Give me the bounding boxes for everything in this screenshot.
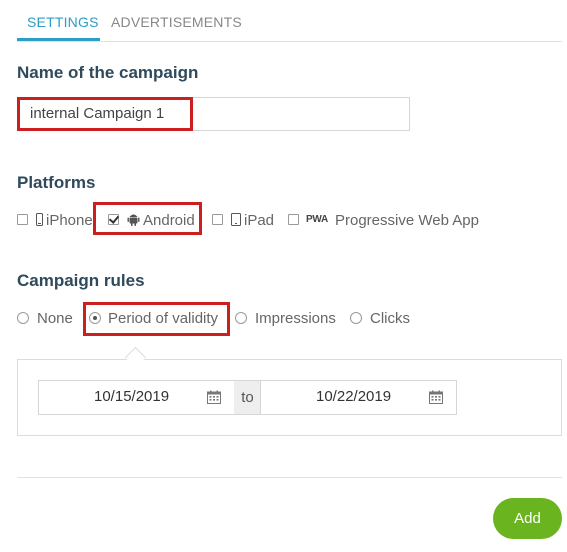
tab-advertisements[interactable]: ADVERTISEMENTS [111, 14, 242, 30]
rule-period-radio[interactable] [89, 312, 101, 324]
add-button[interactable]: Add [493, 498, 562, 539]
calendar-icon[interactable] [429, 390, 443, 404]
platforms-title: Platforms [17, 173, 96, 192]
platform-pwa-checkbox[interactable] [288, 214, 299, 225]
platform-iphone-checkbox[interactable] [17, 214, 28, 225]
rule-period-label: Period of validity [108, 310, 219, 327]
tab-divider [17, 41, 562, 42]
campaign-name-input[interactable]: internal Campaign 1 [17, 97, 410, 131]
platform-ipad-checkbox[interactable] [212, 214, 223, 225]
campaign-rules-title: Campaign rules [17, 271, 145, 290]
platform-ipad-label: iPad [244, 212, 275, 229]
pwa-icon: PWA [306, 214, 328, 225]
iphone-icon [36, 213, 43, 226]
rule-impressions-radio[interactable] [235, 312, 247, 324]
footer-divider [17, 477, 562, 478]
platform-android-checkbox[interactable] [108, 214, 119, 225]
end-date-value: 10/22/2019 [316, 388, 392, 405]
rule-none-radio[interactable] [17, 312, 29, 324]
rule-clicks-radio[interactable] [350, 312, 362, 324]
tab-settings[interactable]: SETTINGS [27, 14, 99, 30]
platform-pwa-label: Progressive Web App [335, 212, 479, 229]
android-icon [127, 214, 140, 226]
rule-impressions-label: Impressions [255, 310, 336, 327]
rule-none-label: None [37, 310, 73, 327]
start-date-value: 10/15/2019 [94, 388, 170, 405]
calendar-icon[interactable] [207, 390, 221, 404]
platform-android-label: Android [143, 212, 195, 229]
rule-clicks-label: Clicks [370, 310, 410, 327]
date-range-separator: to [234, 380, 261, 415]
ipad-icon [231, 213, 241, 226]
platform-iphone-label: iPhone [46, 212, 93, 229]
campaign-name-title: Name of the campaign [17, 63, 199, 82]
